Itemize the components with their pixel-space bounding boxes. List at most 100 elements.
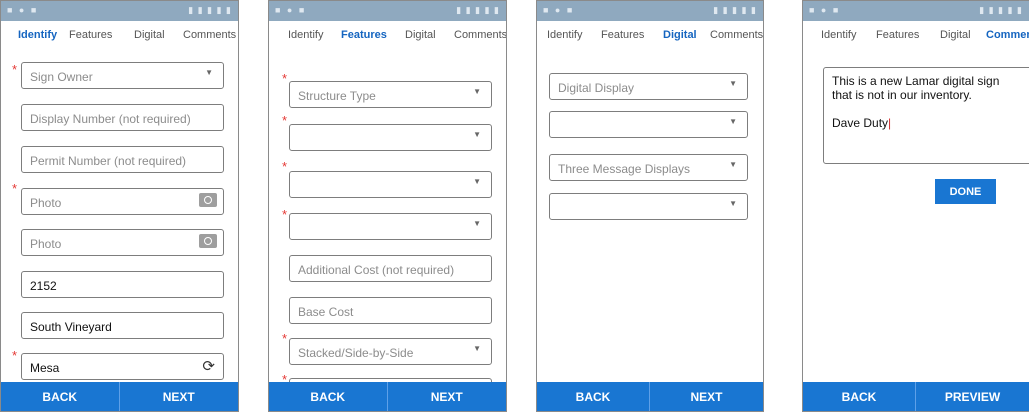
status-bar: ■ ● ■ ▮ ▮ ▮ ▮ ▮ xyxy=(537,1,763,21)
digital-select-2[interactable]: ▼ xyxy=(549,193,748,220)
tab-features[interactable]: Features xyxy=(601,29,644,41)
tab-bar: Identify Features Digital Comment xyxy=(803,25,1029,49)
required-marker: * xyxy=(12,62,18,77)
tab-bar: Identify Features Digital Comments xyxy=(537,25,763,49)
back-button[interactable]: BACK xyxy=(537,382,650,411)
screen-identify: ■ ● ■ ▮ ▮ ▮ ▮ ▮ Identify Features Digita… xyxy=(0,0,239,412)
feature-select-1[interactable]: ▼ xyxy=(289,124,492,151)
tab-identify[interactable]: Identify xyxy=(821,29,856,41)
three-message-select[interactable]: Three Message Displays ▼ xyxy=(549,154,748,181)
required-marker: * xyxy=(282,113,288,128)
preview-button[interactable]: PREVIEW xyxy=(916,382,1029,411)
refresh-icon[interactable]: ⟳ xyxy=(202,357,215,375)
tab-identify[interactable]: Identify xyxy=(547,29,582,41)
tab-digital[interactable]: Digital xyxy=(405,29,436,41)
tab-digital[interactable]: Digital xyxy=(134,29,165,41)
display-number-input[interactable]: Display Number (not required) xyxy=(21,104,224,131)
done-button[interactable]: DONE xyxy=(935,179,996,204)
status-left: ■ ● ■ xyxy=(809,5,841,15)
photo-field-2[interactable]: Photo xyxy=(21,229,224,256)
stacked-label: Stacked/Side-by-Side xyxy=(298,346,414,360)
required-marker: * xyxy=(12,181,18,196)
street-name-input[interactable]: South Vineyard xyxy=(21,312,224,339)
photo-label: Photo xyxy=(30,237,62,251)
tab-comments[interactable]: Comments xyxy=(183,29,236,41)
status-left: ■ ● ■ xyxy=(543,5,575,15)
additional-cost-input[interactable]: Additional Cost (not required) xyxy=(289,255,492,282)
city-value: Mesa xyxy=(30,361,60,375)
back-button[interactable]: BACK xyxy=(1,382,120,411)
status-right: ▮ ▮ ▮ ▮ ▮ xyxy=(456,5,500,15)
tab-bar: Identify Features Digital Comments xyxy=(1,25,238,49)
tab-digital[interactable]: Digital xyxy=(663,29,697,41)
bottom-nav: BACK NEXT xyxy=(269,382,506,411)
structure-type-label: Structure Type xyxy=(298,89,376,103)
three-message-label: Three Message Displays xyxy=(558,162,691,176)
chevron-down-icon: ▼ xyxy=(729,199,737,208)
camera-icon[interactable] xyxy=(199,193,217,207)
permit-number-input[interactable]: Permit Number (not required) xyxy=(21,146,224,173)
digital-select-1[interactable]: ▼ xyxy=(549,111,748,138)
screen-digital: ■ ● ■ ▮ ▮ ▮ ▮ ▮ Identify Features Digita… xyxy=(536,0,764,412)
camera-icon[interactable] xyxy=(199,234,217,248)
photo-label: Photo xyxy=(30,196,62,210)
city-input[interactable]: Mesa ⟳ xyxy=(21,353,224,380)
screen-features: ■ ● ■ ▮ ▮ ▮ ▮ ▮ Identify Features Digita… xyxy=(268,0,507,412)
comment-line: This is a new Lamar digital sign xyxy=(832,74,1000,88)
stacked-select[interactable]: Stacked/Side-by-Side ▼ xyxy=(289,338,492,365)
chevron-down-icon: ▼ xyxy=(729,117,737,126)
next-button[interactable]: NEXT xyxy=(120,382,239,411)
additional-cost-placeholder: Additional Cost (not required) xyxy=(298,263,455,277)
next-button[interactable]: NEXT xyxy=(388,382,507,411)
status-right: ▮ ▮ ▮ ▮ ▮ xyxy=(713,5,757,15)
required-marker: * xyxy=(282,331,288,346)
required-marker: * xyxy=(12,348,18,363)
comment-signature: Dave Duty| xyxy=(832,116,892,130)
required-marker: * xyxy=(282,159,288,174)
feature-select-2[interactable]: ▼ xyxy=(289,171,492,198)
feature-select-3[interactable]: ▼ xyxy=(289,213,492,240)
base-cost-input[interactable]: Base Cost xyxy=(289,297,492,324)
photo-field-1[interactable]: Photo xyxy=(21,188,224,215)
tab-identify[interactable]: Identify xyxy=(288,29,323,41)
status-bar: ■ ● ■ ▮ ▮ ▮ ▮ ▮ xyxy=(1,1,238,21)
bottom-nav: BACK NEXT xyxy=(1,382,238,411)
status-bar: ■ ● ■ ▮ ▮ ▮ ▮ ▮ xyxy=(269,1,506,21)
structure-type-select[interactable]: Structure Type ▼ xyxy=(289,81,492,108)
sign-owner-label: Sign Owner xyxy=(30,70,93,84)
bottom-nav: BACK NEXT xyxy=(537,382,763,411)
chevron-down-icon: ▼ xyxy=(473,219,481,228)
chevron-down-icon: ▼ xyxy=(729,160,737,169)
chevron-down-icon: ▼ xyxy=(473,87,481,96)
tab-digital[interactable]: Digital xyxy=(940,29,971,41)
status-bar: ■ ● ■ ▮ ▮ ▮ ▮ ▮ xyxy=(803,1,1029,21)
street-number-value: 2152 xyxy=(30,279,57,293)
back-button[interactable]: BACK xyxy=(803,382,916,411)
chevron-down-icon: ▼ xyxy=(473,177,481,186)
status-right: ▮ ▮ ▮ ▮ ▮ xyxy=(188,5,232,15)
sign-owner-select[interactable]: Sign Owner ▼ xyxy=(21,62,224,89)
tab-comments[interactable]: Comments xyxy=(710,29,763,41)
required-marker: * xyxy=(282,71,288,86)
tab-features[interactable]: Features xyxy=(69,29,112,41)
tab-comments[interactable]: Comments xyxy=(454,29,506,41)
comment-textarea[interactable]: This is a new Lamar digital sign that is… xyxy=(823,67,1029,164)
tab-features[interactable]: Features xyxy=(876,29,919,41)
chevron-down-icon: ▼ xyxy=(473,130,481,139)
digital-display-label: Digital Display xyxy=(558,81,635,95)
required-marker: * xyxy=(282,207,288,222)
chevron-down-icon: ▼ xyxy=(473,344,481,353)
text-cursor: | xyxy=(888,116,892,130)
status-left: ■ ● ■ xyxy=(275,5,307,15)
next-button[interactable]: NEXT xyxy=(650,382,763,411)
back-button[interactable]: BACK xyxy=(269,382,388,411)
street-number-input[interactable]: 2152 xyxy=(21,271,224,298)
street-name-value: South Vineyard xyxy=(30,320,112,334)
display-number-placeholder: Display Number (not required) xyxy=(30,112,191,126)
status-left: ■ ● ■ xyxy=(7,5,39,15)
bottom-nav: BACK PREVIEW xyxy=(803,382,1029,411)
digital-display-select[interactable]: Digital Display ▼ xyxy=(549,73,748,100)
tab-features[interactable]: Features xyxy=(341,29,387,41)
tab-identify[interactable]: Identify xyxy=(18,29,57,41)
tab-comments[interactable]: Comment xyxy=(986,29,1029,41)
